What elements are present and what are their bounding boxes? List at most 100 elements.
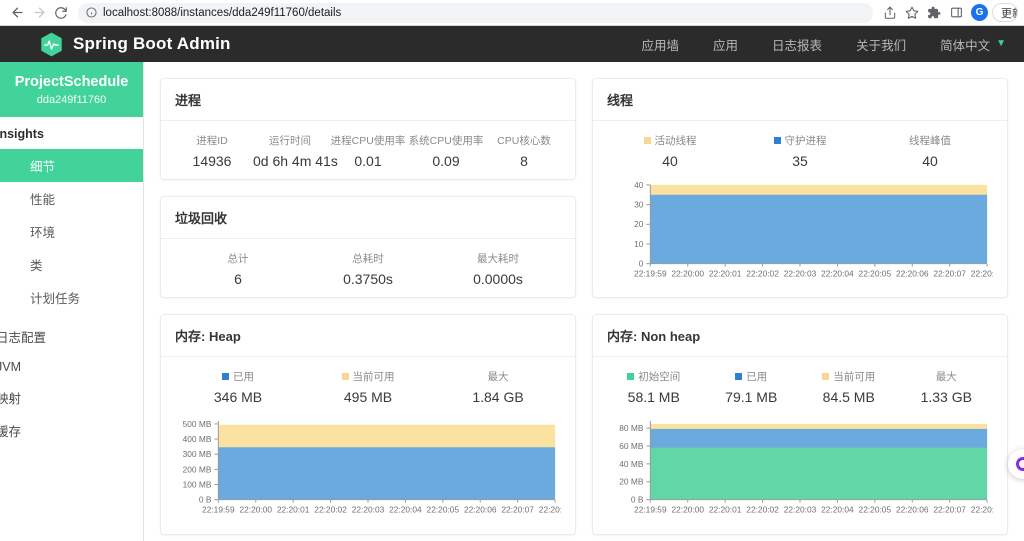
side-panel-icon[interactable] <box>945 2 967 24</box>
stat-system-cpu-usage: 系统CPU使用率 0.09 <box>409 133 484 169</box>
sidebar-item-jvm[interactable]: JVM <box>0 353 143 381</box>
svg-text:0 B: 0 B <box>199 495 212 505</box>
svg-text:22:20:02: 22:20:02 <box>746 505 779 515</box>
process-card-title: 进程 <box>161 79 575 121</box>
svg-text:60 MB: 60 MB <box>619 441 644 451</box>
sidebar-section-insights: Insights <box>0 127 44 142</box>
stat-label: 进程ID <box>196 135 228 147</box>
svg-text:22:20:08: 22:20:08 <box>971 505 993 515</box>
svg-text:22:19:59: 22:19:59 <box>634 268 667 278</box>
svg-text:400 MB: 400 MB <box>183 434 212 444</box>
share-icon[interactable] <box>879 2 901 24</box>
stat-label: 线程峰值 <box>909 135 951 147</box>
svg-text:22:20:04: 22:20:04 <box>821 268 854 278</box>
browser-toolbar: localhost:8088/instances/dda249f11760/de… <box>0 0 1024 26</box>
stat-label: 进程CPU使用率 <box>330 135 406 147</box>
svg-text:22:20:00: 22:20:00 <box>671 268 704 278</box>
heap-stats: 已用 346 MB 当前可用 495 MB 最大 1.84 GB <box>175 369 561 405</box>
svg-text:22:20:06: 22:20:06 <box>464 505 497 515</box>
brand[interactable]: Spring Boot Admin <box>40 32 231 57</box>
stat-label: 总耗时 <box>352 253 384 265</box>
nav-item-applications[interactable]: 应用 <box>713 35 738 54</box>
svg-text:100 MB: 100 MB <box>183 480 212 490</box>
nav-item-about-us[interactable]: 关于我们 <box>856 35 906 54</box>
stat-process-cpu-usage: 进程CPU使用率 0.01 <box>330 133 406 169</box>
svg-text:22:20:00: 22:20:00 <box>239 505 272 515</box>
nav-item-log-report[interactable]: 日志报表 <box>772 35 822 54</box>
stat-nonheap-available: 当前可用 84.5 MB <box>802 369 896 405</box>
stat-label: 最大 <box>935 371 957 384</box>
back-arrow-icon[interactable] <box>6 2 28 24</box>
reload-icon[interactable] <box>50 2 72 24</box>
stat-nonheap-max: 最大 1.33 GB <box>900 369 994 405</box>
svg-text:22:19:59: 22:19:59 <box>202 505 235 515</box>
svg-text:22:20:05: 22:20:05 <box>859 268 892 278</box>
stat-value: 495 MB <box>343 389 393 406</box>
nonheap-stats: 初始空间 58.1 MB 已用 79.1 MB 当前可用 84.5 MB 最大 … <box>607 369 993 405</box>
sidebar-item-classes[interactable]: 类 <box>0 248 143 281</box>
sidebar-item-details[interactable]: 细节 <box>0 149 143 183</box>
legend-swatch-nonheap-initial <box>627 373 635 381</box>
stat-process-id: 进程ID 14936 <box>175 133 249 169</box>
language-label: 简体中文 <box>940 38 991 53</box>
stat-daemon-threads: 守护进程 35 <box>737 133 863 169</box>
threads-chart: 0 10 20 30 40 22:19:59 22:20:00 22:20:01 22:20:0… <box>607 179 993 287</box>
nonheap-chart: 0 B 20 MB 40 MB 60 MB 80 MB 22:19:59 22:20:00 2… <box>607 415 993 523</box>
process-stats: 进程ID 14936 运行时间 0d 6h 4m 41s 进程CPU使用率 0.… <box>175 133 561 169</box>
stat-gc-count: 总计 6 <box>175 251 301 287</box>
language-selector[interactable]: 简体中文 ▼ <box>940 35 1006 54</box>
stat-value: 0.01 <box>354 153 382 169</box>
nonheap-title-prefix: 内存: <box>607 329 638 345</box>
stat-value: 0.3750s <box>343 271 393 287</box>
svg-text:22:20:02: 22:20:02 <box>314 505 347 515</box>
stat-value: 8 <box>520 153 528 169</box>
memory-heap-card: 内存: Heap 已用 346 MB 当前可用 495 MB 最大 1.84 G… <box>160 314 576 535</box>
svg-text:22:20:03: 22:20:03 <box>784 505 817 515</box>
legend-swatch-nonheap-used <box>735 373 743 381</box>
stat-nonheap-used: 已用 79.1 MB <box>705 369 799 405</box>
puzzle-piece-icon[interactable] <box>923 2 945 24</box>
stat-label: 已用 <box>746 371 768 384</box>
sidebar-item-mappings[interactable]: 映射 <box>0 381 143 414</box>
sidebar-item-environment[interactable]: 环境 <box>0 215 143 248</box>
stat-heap-available: 当前可用 495 MB <box>305 369 431 405</box>
profile-avatar[interactable]: G <box>971 4 988 21</box>
legend-swatch-nonheap-available <box>822 373 830 381</box>
svg-text:300 MB: 300 MB <box>183 450 212 460</box>
svg-text:22:20:01: 22:20:01 <box>709 505 742 515</box>
svg-text:22:20:06: 22:20:06 <box>896 268 929 278</box>
heap-card-title: 内存: Heap <box>161 315 575 358</box>
svg-text:22:19:59: 22:19:59 <box>634 505 667 515</box>
sidebar-item-log-config[interactable]: 日志配置 <box>0 320 143 353</box>
heap-chart: 0 B 100 MB 200 MB 300 MB 400 MB 500 MB 22:19:5… <box>175 415 561 523</box>
star-icon[interactable] <box>901 2 923 24</box>
threads-card: 线程 活动线程 40 守护进程 35 线程峰值 40 0 10 20 30 40… <box>592 78 1008 299</box>
update-button[interactable]: 更新 <box>992 3 1018 22</box>
stat-live-threads: 活动线程 40 <box>607 133 733 169</box>
stat-peak-threads: 线程峰值 40 <box>867 133 993 169</box>
stat-gc-total-time: 总耗时 0.3750s <box>305 251 431 287</box>
stat-value: 35 <box>792 153 808 169</box>
stat-value: 346 MB <box>213 389 263 406</box>
address-bar[interactable]: localhost:8088/instances/dda249f11760/de… <box>78 2 873 23</box>
sidebar-item-performance[interactable]: 性能 <box>0 182 143 215</box>
sidebar-item-caches[interactable]: 缓存 <box>0 414 143 447</box>
site-info-icon[interactable] <box>86 7 97 18</box>
stat-label: 当前可用 <box>833 371 876 384</box>
stat-value: 0d 6h 4m 41s <box>253 153 338 169</box>
svg-text:22:20:06: 22:20:06 <box>896 505 929 515</box>
nonheap-card-title: 内存: Non heap <box>593 315 1007 358</box>
legend-swatch-heap-available <box>341 373 349 381</box>
memory-nonheap-card: 内存: Non heap 初始空间 58.1 MB 已用 79.1 MB 当前可… <box>592 314 1008 535</box>
svg-text:22:20:07: 22:20:07 <box>933 505 966 515</box>
sidebar-item-scheduled-tasks[interactable]: 计划任务 <box>0 281 143 314</box>
svg-text:22:20:03: 22:20:03 <box>352 505 385 515</box>
stat-gc-max-time: 最大耗时 0.0000s <box>435 251 561 287</box>
svg-text:22:20:05: 22:20:05 <box>427 505 460 515</box>
stat-value: 84.5 MB <box>822 389 875 406</box>
nav-item-appwall[interactable]: 应用墙 <box>642 35 680 54</box>
svg-text:22:20:00: 22:20:00 <box>671 505 704 515</box>
stat-cpu-cores: CPU核心数 8 <box>487 133 561 169</box>
svg-text:22:20:04: 22:20:04 <box>389 505 422 515</box>
gc-stats: 总计 6 总耗时 0.3750s 最大耗时 0.0000s <box>175 251 561 287</box>
